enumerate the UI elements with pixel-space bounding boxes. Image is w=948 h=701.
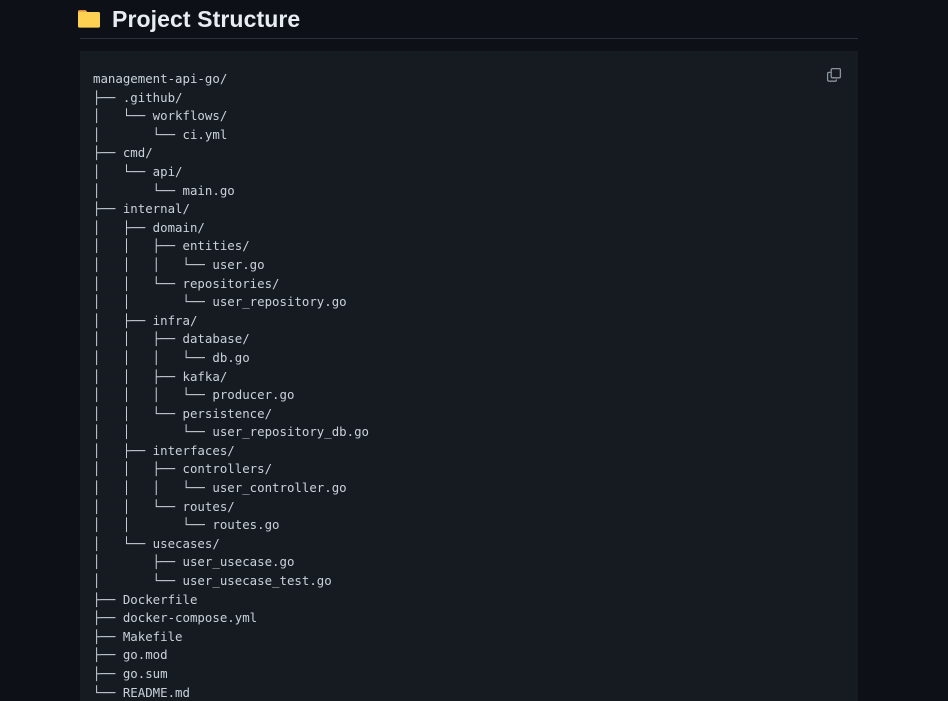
page-title: Project Structure bbox=[112, 6, 301, 32]
header-divider bbox=[80, 38, 858, 39]
copy-button[interactable] bbox=[823, 64, 845, 86]
code-block-project-tree: management-api-go/ ├── .github/ │ └── wo… bbox=[80, 51, 858, 701]
project-tree: management-api-go/ ├── .github/ │ └── wo… bbox=[80, 51, 858, 701]
project-structure-page: Project Structure management-api-go/ ├──… bbox=[0, 0, 948, 701]
folder-icon bbox=[76, 7, 102, 31]
copy-icon bbox=[826, 67, 842, 82]
project-tree-text: management-api-go/ ├── .github/ │ └── wo… bbox=[93, 71, 370, 700]
page-header: Project Structure bbox=[0, 0, 948, 38]
